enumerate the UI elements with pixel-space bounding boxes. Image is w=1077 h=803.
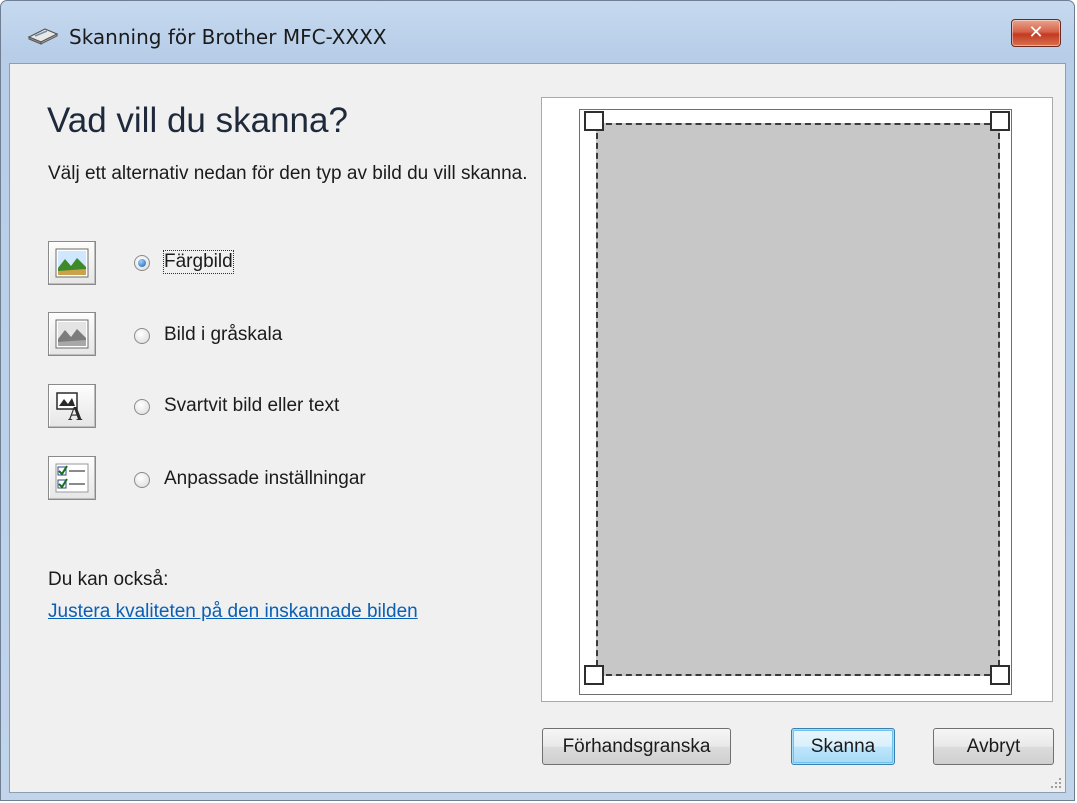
close-button[interactable]: ✕: [1011, 19, 1061, 47]
cancel-button[interactable]: Avbryt: [933, 728, 1054, 765]
color-picture-icon[interactable]: [48, 241, 96, 285]
grayscale-picture-radio[interactable]: [134, 328, 150, 344]
option-label-custom[interactable]: Anpassade inställningar: [164, 468, 366, 490]
scanner-icon: [27, 27, 59, 45]
custom-settings-radio[interactable]: [134, 472, 150, 488]
title-bar[interactable]: Skanning för Brother MFC-XXXX ✕: [1, 1, 1074, 63]
dialog-body: Vad vill du skanna? Välj ett alternativ …: [9, 63, 1066, 793]
grayscale-picture-icon[interactable]: [48, 312, 96, 356]
close-icon: ✕: [1028, 22, 1044, 43]
resize-handle-bottom-right[interactable]: [990, 665, 1010, 685]
svg-text:A: A: [68, 403, 83, 421]
black-white-radio[interactable]: [134, 399, 150, 415]
adjust-quality-link[interactable]: Justera kvaliteten på den inskannade bil…: [48, 601, 418, 623]
scan-dialog-window: Skanning för Brother MFC-XXXX ✕ Vad vill…: [0, 0, 1075, 801]
instruction-text: Välj ett alternativ nedan för den typ av…: [48, 163, 528, 184]
preview-button[interactable]: Förhandsgranska: [542, 728, 731, 765]
scan-area[interactable]: [596, 123, 1000, 676]
preview-pane: [541, 97, 1053, 702]
window-title: Skanning för Brother MFC-XXXX: [69, 25, 387, 49]
resize-grip-icon[interactable]: [1050, 777, 1062, 789]
color-picture-radio[interactable]: [134, 255, 150, 271]
option-label-grayscale[interactable]: Bild i gråskala: [164, 324, 282, 346]
also-label: Du kan också:: [48, 569, 169, 590]
scan-button[interactable]: Skanna: [791, 728, 895, 765]
option-label-color[interactable]: Färgbild: [163, 250, 234, 274]
resize-handle-top-right[interactable]: [990, 111, 1010, 131]
black-white-text-icon[interactable]: A: [48, 384, 96, 428]
resize-handle-bottom-left[interactable]: [584, 665, 604, 685]
option-label-black-white[interactable]: Svartvit bild eller text: [164, 395, 339, 417]
resize-handle-top-left[interactable]: [584, 111, 604, 131]
custom-settings-icon[interactable]: [48, 456, 96, 500]
page-title: Vad vill du skanna?: [47, 101, 348, 140]
